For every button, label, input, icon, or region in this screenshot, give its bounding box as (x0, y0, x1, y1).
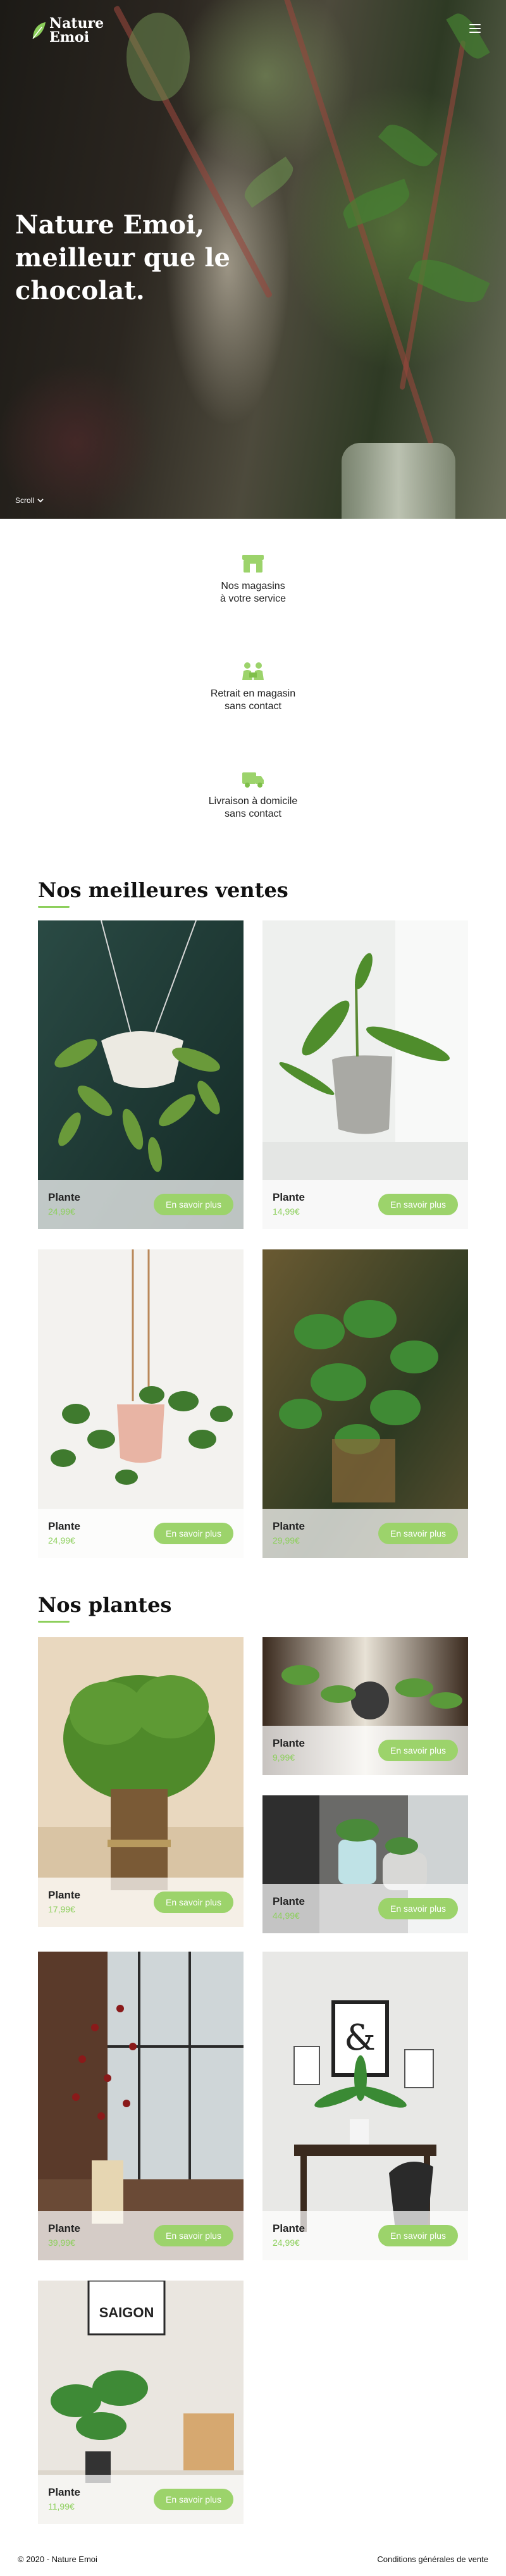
product-name: Plante (273, 1737, 305, 1749)
product-price: 11,99€ (48, 2501, 75, 2511)
product-info: Plante 9,99€ En savoir plus (262, 1726, 468, 1775)
service-label: Nos magasins à votre service (219, 581, 287, 604)
product-name: Plante (48, 2222, 81, 2234)
product-card[interactable]: Plante 39,99€ En savoir plus (38, 1952, 244, 2260)
best-sellers-title: Nos meilleures ventes (38, 878, 288, 902)
service-stores: Nos magasins à votre service (0, 554, 506, 605)
product-info: Plante 14,99€ En savoir plus (262, 1180, 468, 1229)
product-info: Plante 24,99€ En savoir plus (262, 2211, 468, 2260)
service-pickup: Retrait en magasin sans contact (0, 661, 506, 713)
product-price: 44,99€ (273, 1910, 300, 1921)
plants-title: Nos plantes (38, 1593, 172, 1617)
product-price: 24,99€ (48, 1206, 75, 1217)
more-info-button[interactable]: En savoir plus (378, 1523, 458, 1544)
services-section: Nos magasins à votre service Retrait en … (0, 519, 506, 822)
service-label: Livraison à domicile sans contact (208, 796, 298, 819)
svg-text:&: & (344, 2017, 376, 2059)
logo[interactable]: Nature Emoi (30, 16, 119, 44)
product-info: Plante 29,99€ En savoir plus (262, 1509, 468, 1558)
product-card[interactable]: Plante 14,99€ En savoir plus (262, 920, 468, 1229)
copyright-text: © 2020 - Nature Emoi (18, 2554, 97, 2564)
store-icon (242, 555, 264, 573)
product-price: 14,99€ (273, 1206, 300, 1217)
more-info-button[interactable]: En savoir plus (378, 1898, 458, 1919)
product-card[interactable]: SAIGON Plante 11,99€ En savoir plus (38, 2281, 244, 2524)
footer: © 2020 - Nature Emoi Conditions générale… (0, 2543, 506, 2576)
product-info: Plante 44,99€ En savoir plus (262, 1884, 468, 1933)
product-name: Plante (273, 2222, 305, 2234)
more-info-button[interactable]: En savoir plus (378, 1194, 458, 1215)
product-price: 24,99€ (48, 1535, 75, 1545)
hamburger-menu-icon[interactable] (469, 24, 481, 33)
leaf-decoration (408, 251, 490, 311)
product-price: 29,99€ (273, 1535, 300, 1545)
product-price: 17,99€ (48, 1904, 75, 1914)
product-price: 39,99€ (48, 2238, 75, 2248)
product-card[interactable]: Plante 29,99€ En savoir plus (262, 1249, 468, 1558)
plant-stem-decoration (399, 40, 466, 390)
leaf-logo-icon (32, 22, 46, 39)
chevron-down-icon (37, 498, 44, 503)
logo-text: Nature Emoi (49, 15, 104, 46)
section-underline (38, 1621, 70, 1623)
product-name: Plante (48, 1520, 81, 1532)
product-info: Plante 39,99€ En savoir plus (38, 2211, 244, 2260)
svg-text:SAIGON: SAIGON (99, 2305, 154, 2320)
product-card[interactable]: Plante 24,99€ En savoir plus (38, 1249, 244, 1558)
service-delivery: Livraison à domicile sans contact (0, 769, 506, 820)
leaf-decoration (126, 13, 190, 101)
product-info: Plante 24,99€ En savoir plus (38, 1509, 244, 1558)
more-info-button[interactable]: En savoir plus (154, 2489, 233, 2510)
more-info-button[interactable]: En savoir plus (378, 1740, 458, 1761)
product-name: Plante (48, 1191, 81, 1203)
section-underline (38, 906, 70, 908)
more-info-button[interactable]: En savoir plus (154, 2225, 233, 2246)
more-info-button[interactable]: En savoir plus (154, 1194, 233, 1215)
vase-decoration (342, 443, 455, 519)
hero: Nature Emoi Nature Emoi, meilleur que le… (0, 0, 506, 519)
hero-title: Nature Emoi, meilleur que le chocolat. (15, 210, 230, 306)
product-card[interactable]: Plante 17,99€ En savoir plus (38, 1637, 244, 1927)
product-name: Plante (273, 1895, 305, 1907)
product-card[interactable]: & Plante 24,99€ En savoir plus (262, 1952, 468, 2260)
product-info: Plante 17,99€ En savoir plus (38, 1878, 244, 1927)
product-price: 24,99€ (273, 2238, 300, 2248)
product-name: Plante (48, 2486, 81, 2498)
leaf-decoration (238, 156, 299, 208)
product-info: Plante 11,99€ En savoir plus (38, 2475, 244, 2524)
pickup-icon (242, 662, 264, 680)
scroll-button[interactable]: Scroll (15, 496, 44, 505)
service-label: Retrait en magasin sans contact (210, 688, 296, 712)
more-info-button[interactable]: En savoir plus (378, 2225, 458, 2246)
product-name: Plante (273, 1520, 305, 1532)
scroll-label: Scroll (15, 496, 35, 505)
product-price: 9,99€ (273, 1752, 295, 1762)
product-card[interactable]: Plante 9,99€ En savoir plus (262, 1637, 468, 1775)
more-info-button[interactable]: En savoir plus (154, 1523, 233, 1544)
product-name: Plante (273, 1191, 305, 1203)
terms-link[interactable]: Conditions générales de vente (377, 2554, 488, 2564)
product-info: Plante 24,99€ En savoir plus (38, 1180, 244, 1229)
product-name: Plante (48, 1889, 81, 1901)
truck-icon (242, 772, 264, 788)
product-card[interactable]: Plante 44,99€ En savoir plus (262, 1795, 468, 1933)
leaf-decoration (446, 8, 490, 64)
product-card[interactable]: Plante 24,99€ En savoir plus (38, 920, 244, 1229)
leaf-decoration (378, 117, 438, 174)
more-info-button[interactable]: En savoir plus (154, 1892, 233, 1913)
